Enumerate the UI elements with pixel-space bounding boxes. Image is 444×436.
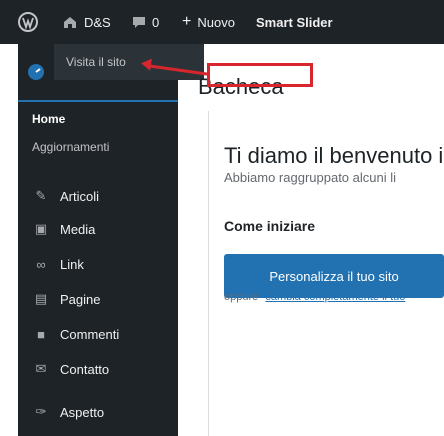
wordpress-logo-button[interactable] [18, 0, 38, 44]
sidebar-item-label: Aspetto [60, 404, 105, 420]
site-name-menu[interactable]: D&S [62, 0, 111, 44]
site-name-label: D&S [84, 14, 111, 30]
wordpress-icon [18, 12, 38, 32]
brush-icon: ✑ [35, 404, 47, 419]
mail-icon: ✉ [35, 361, 47, 376]
smart-slider-label: Smart Slider [256, 14, 333, 30]
smart-slider-menu[interactable]: Smart Slider [256, 0, 333, 44]
new-content-button[interactable]: + Nuovo [182, 0, 235, 44]
annotation-arrow [140, 57, 152, 71]
comment-icon [133, 17, 145, 28]
comments-count: 0 [152, 14, 160, 30]
pages-icon: ▤ [34, 291, 48, 306]
sidebar-item-commenti[interactable]: ■ Commenti [32, 324, 119, 344]
comment-icon: ■ [37, 326, 45, 342]
admin-sidebar: Home Aggiornamenti ✎ Articoli ▣ Media ∞ … [18, 44, 178, 436]
sidebar-item-label: Articoli [60, 188, 100, 204]
sidebar-item-label: Media [60, 221, 96, 237]
pin-icon: ✎ [35, 188, 47, 203]
visit-site-link[interactable]: Visita il sito [66, 55, 126, 69]
sidebar-item-pagine[interactable]: ▤ Pagine [32, 289, 101, 309]
sidebar-item-label: Link [60, 256, 84, 272]
sidebar-item-label: Commenti [60, 326, 120, 342]
sidebar-item-link[interactable]: ∞ Link [32, 254, 84, 274]
sidebar-item-contatto[interactable]: ✉ Contatto [32, 359, 110, 379]
dashboard-icon [28, 64, 44, 80]
welcome-title: Ti diamo il benvenuto in [224, 143, 444, 168]
home-icon [64, 17, 76, 28]
getting-started-heading: Come iniziare [224, 218, 316, 234]
change-theme-link[interactable]: cambia completamente il tuo [265, 291, 405, 303]
sidebar-item-media[interactable]: ▣ Media [32, 219, 96, 239]
sidebar-item-articoli[interactable]: ✎ Articoli [32, 186, 99, 206]
plus-icon: + [182, 13, 192, 30]
dashboard-menu-button[interactable] [18, 44, 54, 100]
media-icon: ▣ [34, 221, 48, 236]
or-text: oppure [224, 291, 259, 303]
sidebar-item-label: Contatto [60, 361, 110, 377]
sidebar-item-label: Pagine [60, 291, 101, 307]
link-icon: ∞ [36, 256, 46, 272]
or-text-row: oppure cambia completamente il tuo [224, 291, 405, 303]
sidebar-item-updates[interactable]: Aggiornamenti [32, 140, 109, 154]
comments-button[interactable]: 0 [132, 0, 159, 44]
sidebar-item-aspetto[interactable]: ✑ Aspetto [32, 402, 105, 422]
sidebar-item-home[interactable]: Home [32, 112, 65, 126]
annotation-box [207, 63, 313, 87]
admin-bar: D&S 0 + Nuovo Smart Slider [0, 0, 444, 44]
new-label: Nuovo [197, 14, 235, 30]
welcome-subtext: Abbiamo raggruppato alcuni li [224, 170, 396, 185]
